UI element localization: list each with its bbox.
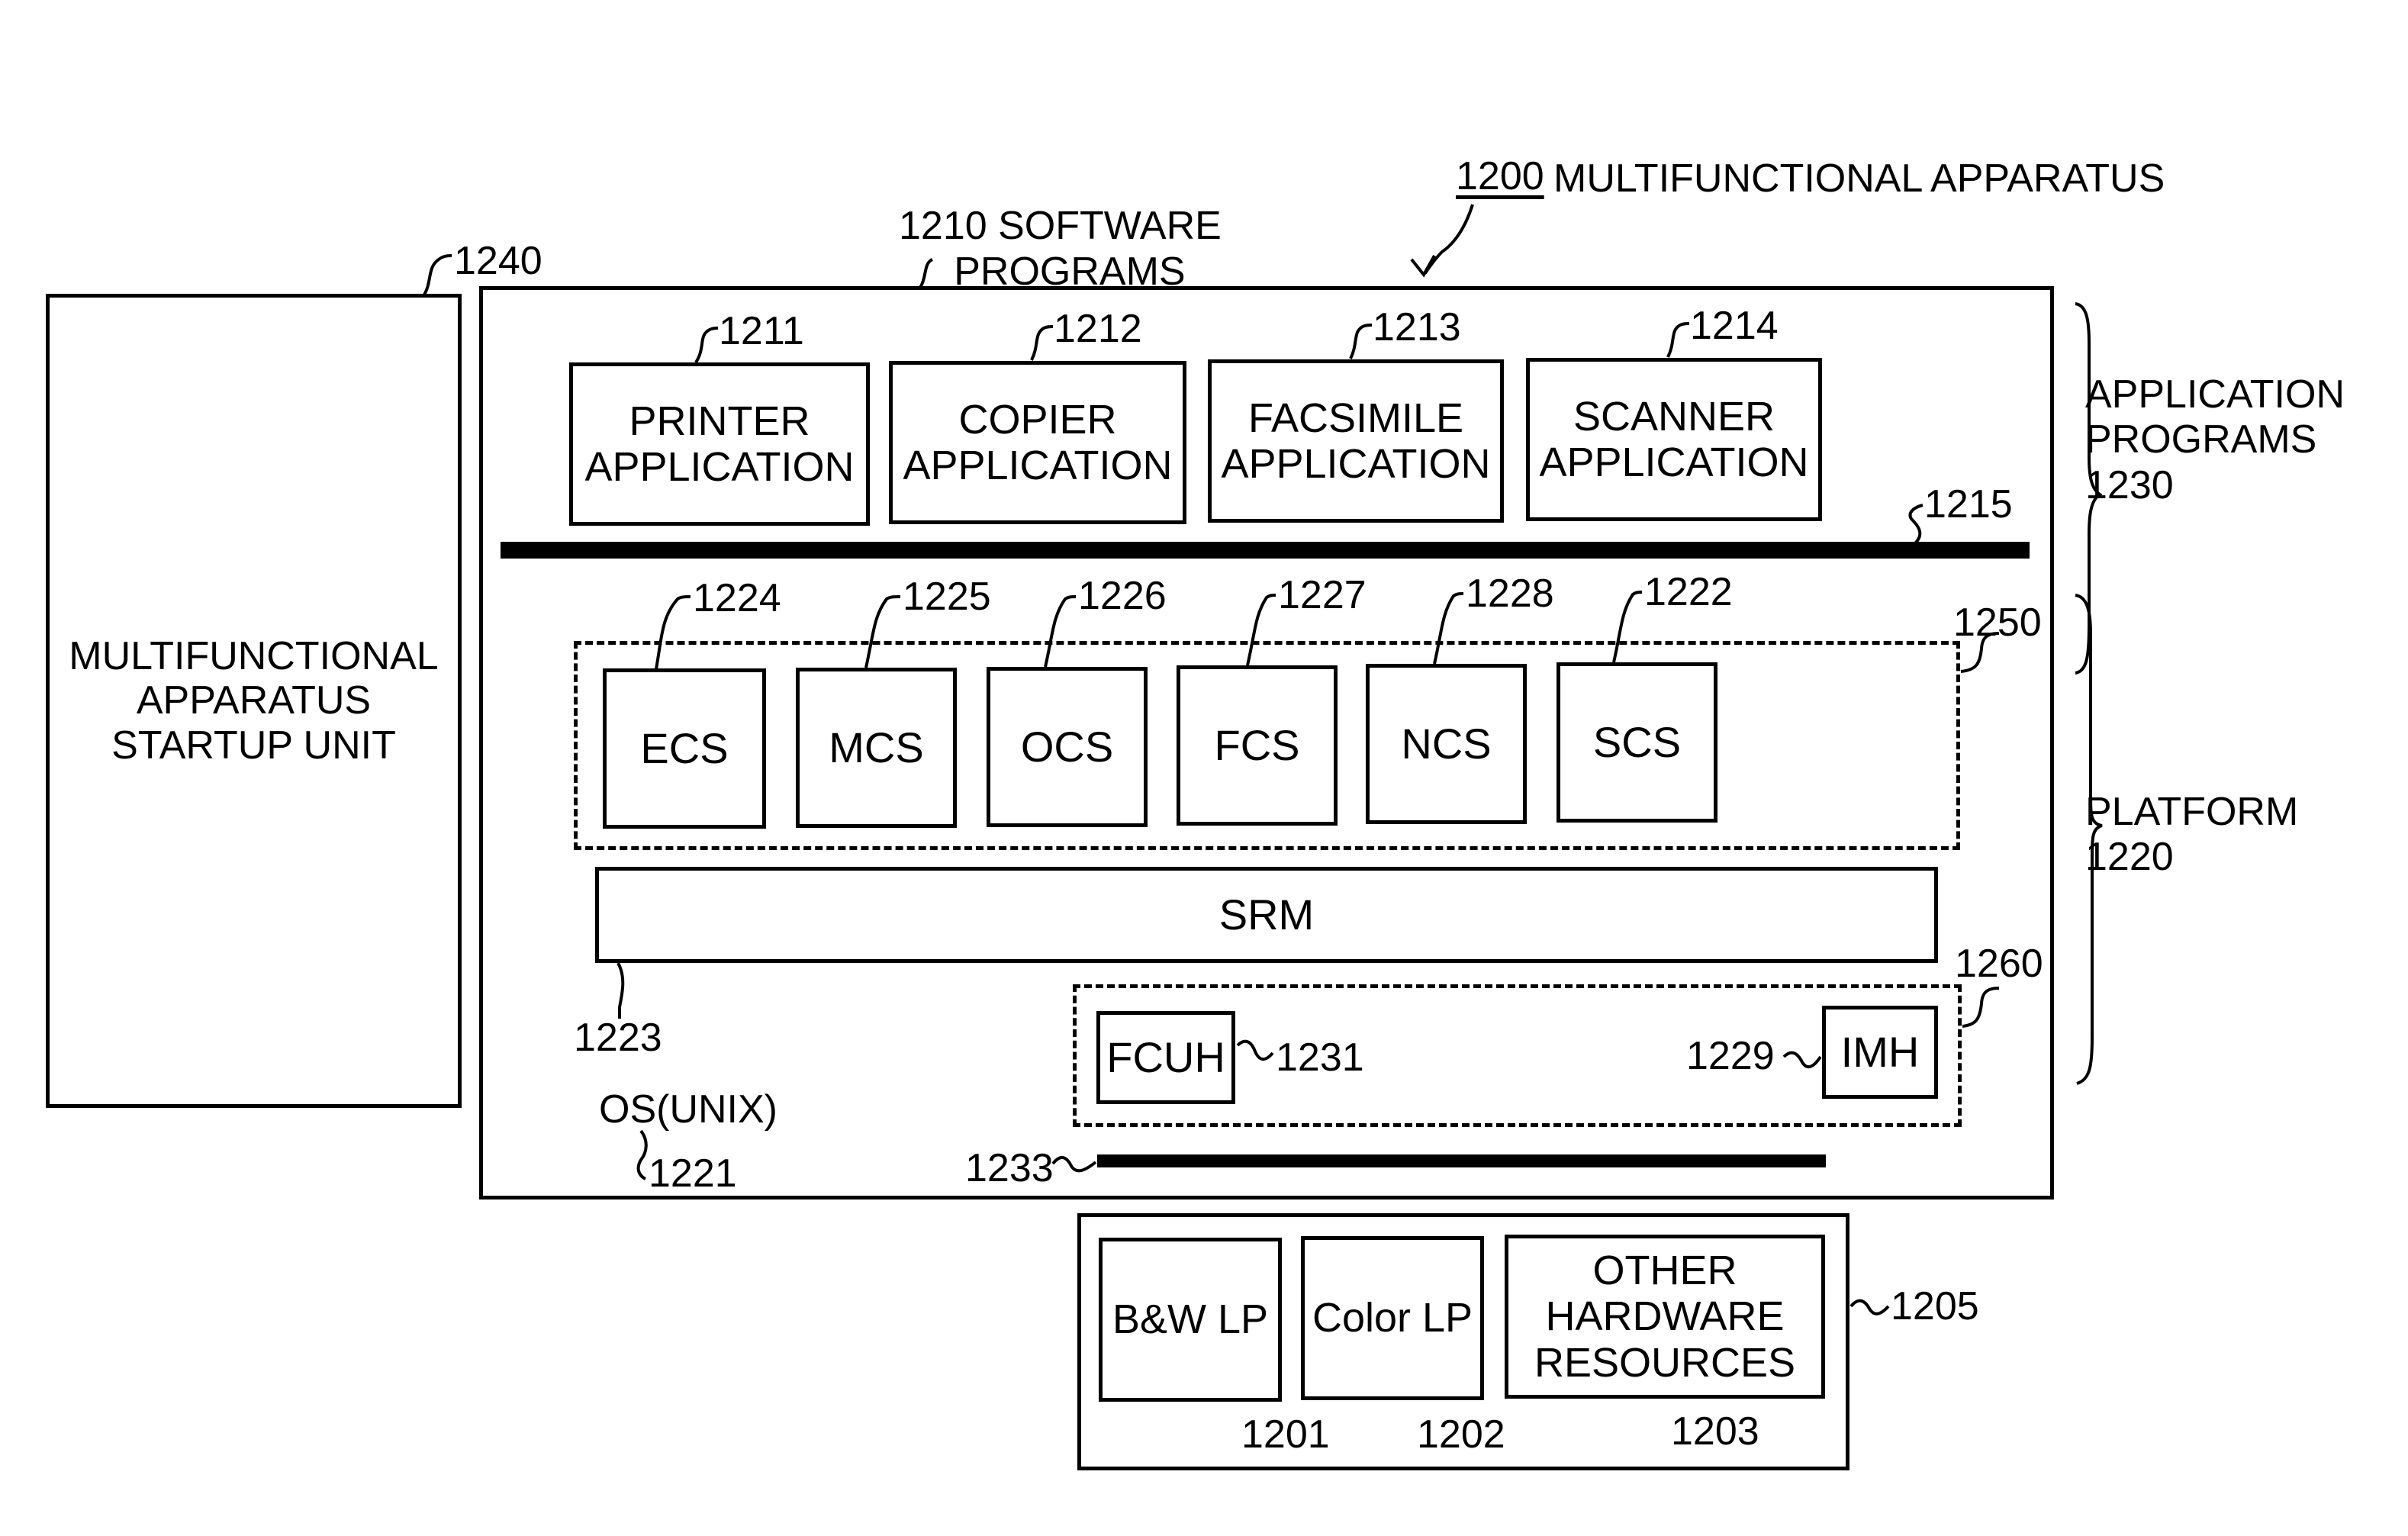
service-ref-fcs: 1227: [1278, 573, 1367, 617]
ncs-box: NCS: [1366, 664, 1527, 824]
mcs-box: MCS: [796, 668, 957, 828]
imh-ref: 1229: [1686, 1034, 1775, 1078]
copier-application-box: COPIER APPLICATION: [889, 361, 1186, 524]
engine-interface-bar: [1097, 1154, 1826, 1167]
arrow-1200: [1410, 255, 1436, 278]
control-services-ref: 1250: [1953, 601, 2042, 645]
service-ref-ocs: 1226: [1078, 574, 1167, 618]
scs-box: SCS: [1557, 662, 1717, 823]
other-hardware-ref: 1203: [1671, 1409, 1759, 1454]
engine-bar-ref: 1233: [965, 1146, 1054, 1190]
application-interface-bar: [501, 542, 2030, 559]
startup-unit-ref: 1240: [454, 239, 542, 283]
facsimile-application-label: FACSIMILE APPLICATION: [1221, 394, 1491, 487]
service-ref-ecs: 1224: [693, 576, 781, 620]
apparatus-label: MULTIFUNCTIONAL APPARATUS: [1553, 156, 2165, 201]
bw-lp-label: B&W LP: [1112, 1296, 1269, 1343]
color-lp-box: Color LP: [1301, 1236, 1484, 1400]
handlers-ref: 1260: [1955, 942, 2043, 986]
hardware-resources-ref: 1205: [1891, 1284, 1979, 1328]
software-programs-label: 1210 SOFTWARE PROGRAMS: [899, 204, 1222, 294]
srm-label: SRM: [1218, 890, 1315, 939]
application-programs-label: APPLICATION PROGRAMS 1230: [2085, 372, 2345, 507]
fcuh-label: FCUH: [1106, 1032, 1225, 1081]
mcs-label: MCS: [829, 723, 924, 771]
service-ref-scs: 1222: [1644, 570, 1733, 614]
app-ref-copier: 1212: [1054, 307, 1142, 351]
scanner-application-box: SCANNER APPLICATION: [1526, 358, 1822, 521]
os-ref: 1221: [649, 1151, 737, 1196]
app-ref-printer: 1211: [719, 309, 804, 353]
fcuh-box: FCUH: [1096, 1011, 1235, 1104]
startup-unit-box: MULTIFUNCTIONAL APPARATUS STARTUP UNIT: [46, 294, 462, 1108]
leader-1205: [1849, 1299, 1890, 1315]
copier-application-label: COPIER APPLICATION: [903, 396, 1173, 488]
leader-1240: [423, 254, 452, 296]
other-hardware-box: OTHER HARDWARE RESOURCES: [1505, 1235, 1825, 1399]
service-ref-ncs: 1228: [1466, 572, 1554, 616]
imh-box: IMH: [1822, 1006, 1938, 1099]
app-ref-facsimile: 1213: [1373, 305, 1461, 349]
ocs-box: OCS: [987, 667, 1148, 827]
fcs-label: FCS: [1214, 720, 1300, 769]
bw-lp-box: B&W LP: [1099, 1238, 1282, 1402]
ecs-box: ECS: [603, 668, 766, 829]
leader-1200: [1424, 204, 1474, 275]
imh-label: IMH: [1840, 1027, 1920, 1076]
printer-application-label: PRINTER APPLICATION: [584, 398, 855, 490]
fcuh-ref: 1231: [1276, 1035, 1364, 1080]
srm-box: SRM: [595, 867, 1938, 963]
os-label: OS(UNIX): [599, 1087, 777, 1132]
other-hardware-label: OTHER HARDWARE RESOURCES: [1534, 1247, 1796, 1386]
bw-lp-ref: 1201: [1241, 1412, 1330, 1457]
scs-label: SCS: [1592, 717, 1682, 766]
ecs-label: ECS: [640, 723, 729, 772]
srm-ref: 1223: [574, 1016, 662, 1060]
color-lp-ref: 1202: [1417, 1412, 1505, 1457]
scanner-application-label: SCANNER APPLICATION: [1539, 393, 1809, 485]
service-ref-mcs: 1225: [903, 575, 991, 619]
platform-label: PLATFORM 1220: [2085, 790, 2299, 880]
application-interface-ref: 1215: [1924, 482, 2013, 526]
facsimile-application-box: FACSIMILE APPLICATION: [1208, 359, 1504, 523]
app-ref-scanner: 1214: [1690, 304, 1779, 348]
ncs-label: NCS: [1401, 719, 1492, 768]
ocs-label: OCS: [1020, 722, 1114, 771]
printer-application-box: PRINTER APPLICATION: [569, 362, 870, 526]
fcs-box: FCS: [1177, 665, 1338, 826]
color-lp-label: Color LP: [1312, 1295, 1473, 1341]
startup-unit-label: MULTIFUNCTIONAL APPARATUS STARTUP UNIT: [69, 634, 439, 768]
apparatus-ref: 1200: [1456, 154, 1544, 198]
